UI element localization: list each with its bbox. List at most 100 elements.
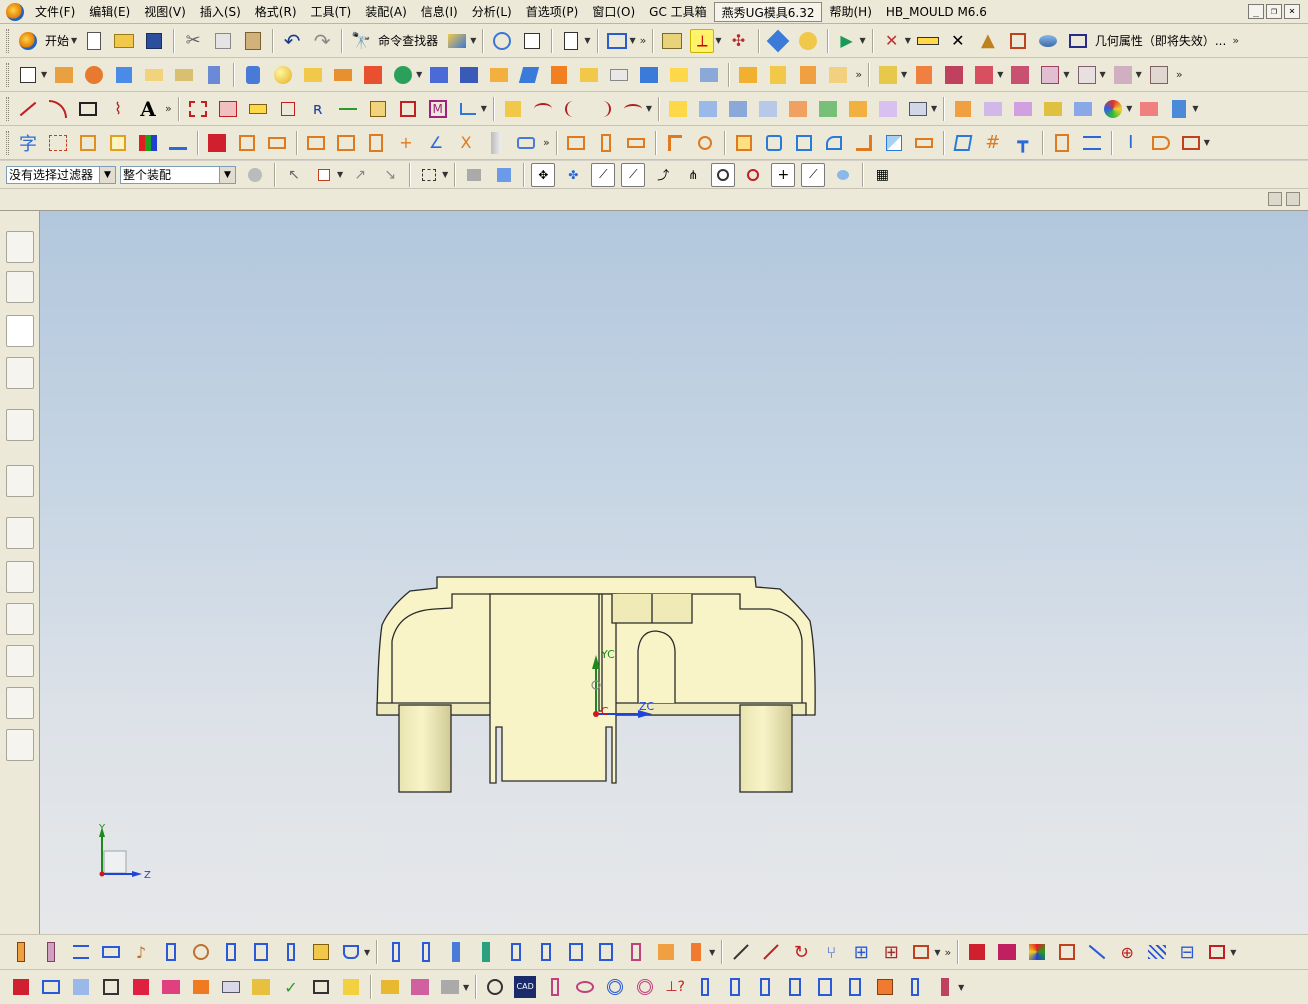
bridge-curve-icon[interactable] <box>246 97 270 121</box>
bounded-plane-icon[interactable] <box>816 97 840 121</box>
sprue-icon[interactable] <box>594 131 618 155</box>
cylinder-stack-icon[interactable] <box>202 63 226 87</box>
chevron-down-icon[interactable]: ▼ <box>219 166 235 183</box>
copy-icon[interactable] <box>211 29 235 53</box>
round-end-icon[interactable] <box>1149 131 1173 155</box>
grid-icon[interactable]: # <box>981 131 1005 155</box>
menu-format[interactable]: 格式(R) <box>248 2 304 22</box>
tray-icon[interactable] <box>99 940 123 964</box>
graphics-window[interactable]: YC ZC C Y Z <box>40 211 1308 934</box>
select-lasso-icon[interactable]: ↘ <box>378 163 402 187</box>
select-rectangle-icon[interactable] <box>417 163 441 187</box>
ejector-pin-icon[interactable] <box>564 131 588 155</box>
global-shaping-icon[interactable] <box>1041 97 1065 121</box>
extrude-icon[interactable] <box>52 63 76 87</box>
pin-h-icon[interactable] <box>753 975 777 999</box>
music-icon[interactable]: ♪ <box>129 940 153 964</box>
intersect-curve-icon[interactable] <box>561 97 585 121</box>
ejector-g-icon[interactable] <box>564 940 588 964</box>
revolve-icon[interactable] <box>82 63 106 87</box>
snap-settings-icon[interactable]: ✤ <box>561 163 585 187</box>
pillar-icon[interactable] <box>159 940 183 964</box>
face-blend-icon[interactable] <box>876 97 900 121</box>
constraint-navigator-icon[interactable] <box>6 271 34 303</box>
snap-on-face-icon[interactable] <box>831 163 855 187</box>
ibeam-icon[interactable]: I <box>1119 131 1143 155</box>
arc-icon[interactable] <box>46 97 70 121</box>
extension-icon[interactable] <box>906 97 930 121</box>
menu-help[interactable]: 帮助(H) <box>822 2 878 22</box>
delete-face-icon[interactable] <box>46 131 70 155</box>
select-body-icon[interactable] <box>462 163 486 187</box>
hole-icon[interactable] <box>301 63 325 87</box>
corner-l-icon[interactable] <box>852 131 876 155</box>
mirror-body-icon[interactable] <box>826 63 850 87</box>
replace-component-icon[interactable] <box>1111 63 1135 87</box>
selection-scope-dropdown[interactable]: 整个装配 ▼ <box>120 165 236 184</box>
unite-icon[interactable] <box>391 63 415 87</box>
multi-part-icon[interactable] <box>408 975 432 999</box>
pin-m-icon[interactable] <box>933 975 957 999</box>
edge-l-icon[interactable] <box>663 131 687 155</box>
red-block-icon[interactable] <box>129 975 153 999</box>
isoparametric-icon[interactable] <box>531 97 555 121</box>
crosshair-icon[interactable]: ⊕ <box>1115 940 1139 964</box>
pad-icon[interactable] <box>331 63 355 87</box>
diagonal-icon[interactable] <box>1085 940 1109 964</box>
sphere-icon[interactable] <box>271 63 295 87</box>
cavity-layout-icon[interactable] <box>334 131 358 155</box>
text-icon[interactable]: A <box>136 97 160 121</box>
reposition-icon[interactable] <box>972 63 996 87</box>
paste-icon[interactable] <box>241 29 265 53</box>
helix-icon[interactable]: ʀ <box>306 97 330 121</box>
enlarge-icon[interactable] <box>1071 97 1095 121</box>
snap-center-icon[interactable] <box>711 162 736 187</box>
pin-a-icon[interactable] <box>219 940 243 964</box>
block-icon[interactable] <box>112 63 136 87</box>
extract-curve-icon[interactable] <box>501 97 525 121</box>
screw-icon[interactable] <box>9 940 33 964</box>
half-fill-icon[interactable] <box>882 131 906 155</box>
play-icon[interactable]: ▶ <box>835 29 859 53</box>
corner-icon[interactable] <box>456 97 480 121</box>
pin-l-icon[interactable] <box>903 975 927 999</box>
measure-body-icon[interactable]: ▲ <box>976 29 1000 53</box>
ejector-c-icon[interactable] <box>444 940 468 964</box>
mold-base-icon[interactable] <box>378 975 402 999</box>
ejector-h-icon[interactable] <box>594 940 618 964</box>
chamfer-icon[interactable] <box>607 63 631 87</box>
redo-icon[interactable]: ↷ <box>310 29 334 53</box>
save-icon[interactable] <box>142 29 166 53</box>
snap-endpoint-icon[interactable]: ⟋ <box>591 162 616 187</box>
select-drag-icon[interactable]: ↗ <box>348 163 372 187</box>
color-palette-icon[interactable] <box>136 131 160 155</box>
plate-c-icon[interactable] <box>792 131 816 155</box>
menu-assembly[interactable]: 装配(A) <box>358 2 414 22</box>
cad-icon[interactable]: CAD <box>513 975 537 999</box>
plate-set-icon[interactable] <box>39 975 63 999</box>
system-scenes-icon[interactable] <box>6 729 34 761</box>
trim-curve-icon[interactable] <box>396 97 420 121</box>
curve-length-icon[interactable] <box>366 97 390 121</box>
array-component-icon[interactable] <box>1075 63 1099 87</box>
datum-point-icon[interactable]: + <box>394 131 418 155</box>
export-icon[interactable] <box>909 940 933 964</box>
cylinder-icon[interactable] <box>241 63 265 87</box>
swept-icon[interactable] <box>766 63 790 87</box>
minimize-button[interactable]: _ <box>1248 4 1264 19</box>
striped-block-icon[interactable] <box>159 975 183 999</box>
boss-icon[interactable] <box>142 63 166 87</box>
chevron-down-icon[interactable]: ▼ <box>99 166 115 183</box>
replace-face-icon[interactable] <box>76 131 100 155</box>
intersect-icon[interactable] <box>457 63 481 87</box>
mesh-curve-icon[interactable]: M <box>426 97 450 121</box>
menu-tools[interactable]: 工具(T) <box>304 2 359 22</box>
studio-surface-icon[interactable] <box>726 97 750 121</box>
menu-view[interactable]: 视图(V) <box>137 2 193 22</box>
add-component-icon[interactable] <box>876 63 900 87</box>
offset-face-icon[interactable] <box>517 63 541 87</box>
grid4-icon[interactable]: ⊞ <box>849 940 873 964</box>
slot-icon[interactable] <box>951 131 975 155</box>
lines-block-icon[interactable] <box>219 975 243 999</box>
offset-curve-icon[interactable] <box>186 97 210 121</box>
